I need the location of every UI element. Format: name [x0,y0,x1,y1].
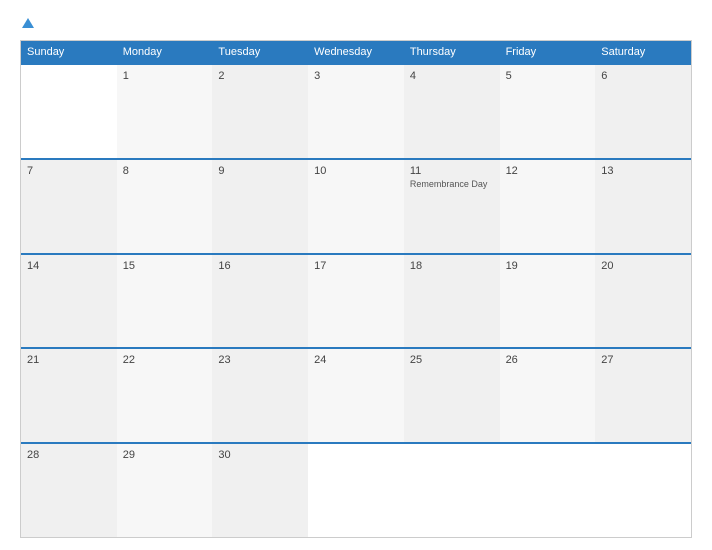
day-cell-15: 15 [117,255,213,348]
day-number: 19 [506,260,590,272]
day-header-wednesday: Wednesday [308,41,404,63]
day-cell-6: 6 [595,65,691,158]
day-number: 8 [123,165,207,177]
day-cell-21: 21 [21,349,117,442]
day-event: Remembrance Day [410,179,494,190]
day-number: 3 [314,70,398,82]
day-number: 16 [218,260,302,272]
day-number: 22 [123,354,207,366]
day-cell-10: 10 [308,160,404,253]
day-cell-29: 29 [117,444,213,537]
day-number: 7 [27,165,111,177]
day-number: 9 [218,165,302,177]
day-cell-17: 17 [308,255,404,348]
week-row-5: 28 29 30 [21,442,691,537]
day-cell-7: 7 [21,160,117,253]
day-cell-11: 11 Remembrance Day [404,160,500,253]
day-header-thursday: Thursday [404,41,500,63]
week-row-1: 123456 [21,63,691,158]
day-cell-empty [308,444,404,537]
day-number: 30 [218,449,302,461]
day-number: 10 [314,165,398,177]
weeks-container: 1234567891011Remembrance Day121314151617… [21,63,691,537]
day-header-monday: Monday [117,41,213,63]
day-cell-5: 5 [500,65,596,158]
day-number: 20 [601,260,685,272]
day-number: 17 [314,260,398,272]
day-cell-18: 18 [404,255,500,348]
day-number: 15 [123,260,207,272]
week-row-2: 789 10 11 Remembrance Day 12 13 [21,158,691,253]
day-number: 13 [601,165,685,177]
day-cell-24: 24 [308,349,404,442]
day-number: 11 [410,165,494,177]
day-header-friday: Friday [500,41,596,63]
calendar-grid: SundayMondayTuesdayWednesdayThursdayFrid… [20,40,692,538]
day-number: 4 [410,70,494,82]
day-cell-20: 20 [595,255,691,348]
day-cell-empty [404,444,500,537]
day-cell-12: 12 [500,160,596,253]
day-number: 2 [218,70,302,82]
day-cell-2: 2 [212,65,308,158]
day-cell-26: 26 [500,349,596,442]
day-cell-13: 13 [595,160,691,253]
day-number: 27 [601,354,685,366]
week-row-3: 14 15 16 17 18 19 20 [21,253,691,348]
day-number: 1 [123,70,207,82]
day-number: 21 [27,354,111,366]
day-number: 24 [314,354,398,366]
day-cell-empty [21,65,117,158]
day-cell-8: 8 [117,160,213,253]
day-cell-14: 14 [21,255,117,348]
day-number: 29 [123,449,207,461]
day-cell-23: 23 [212,349,308,442]
day-number: 28 [27,449,111,461]
day-header-saturday: Saturday [595,41,691,63]
day-cell-25: 25 [404,349,500,442]
day-header-tuesday: Tuesday [212,41,308,63]
day-number: 23 [218,354,302,366]
logo-triangle-icon [22,18,34,28]
day-cell-22: 22 [117,349,213,442]
day-number: 26 [506,354,590,366]
day-cell-28: 28 [21,444,117,537]
day-headers-row: SundayMondayTuesdayWednesdayThursdayFrid… [21,41,691,63]
week-row-4: 21 22 23 24 25 26 27 [21,347,691,442]
header [20,18,692,30]
day-number: 25 [410,354,494,366]
logo [20,18,34,30]
day-number: 18 [410,260,494,272]
calendar-page: SundayMondayTuesdayWednesdayThursdayFrid… [0,0,712,550]
day-cell-empty [500,444,596,537]
day-cell-27: 27 [595,349,691,442]
day-cell-30: 30 [212,444,308,537]
day-number: 6 [601,70,685,82]
day-number: 14 [27,260,111,272]
day-header-sunday: Sunday [21,41,117,63]
day-cell-4: 4 [404,65,500,158]
day-cell-3: 3 [308,65,404,158]
day-cell-16: 16 [212,255,308,348]
day-cell-1: 1 [117,65,213,158]
day-number: 12 [506,165,590,177]
day-cell-19: 19 [500,255,596,348]
day-number: 5 [506,70,590,82]
day-cell-9: 9 [212,160,308,253]
day-cell-empty [595,444,691,537]
